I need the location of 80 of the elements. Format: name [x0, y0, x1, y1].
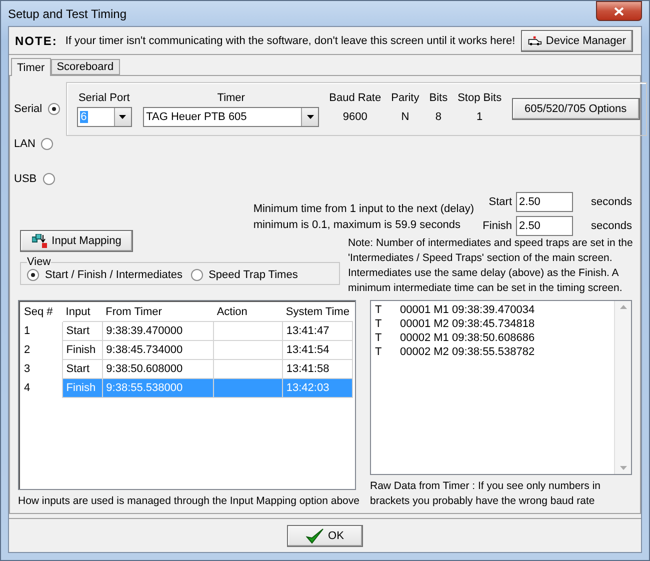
note-text: If your timer isn't communicating with the software, don't leave this screen until it works here!: [65, 35, 516, 47]
table-cell: Finish: [62, 340, 103, 359]
caret-icon: [119, 114, 126, 118]
field-value: 8: [435, 110, 442, 124]
table-cell: 9:38:50.608000: [102, 359, 214, 378]
radio-label: USB: [14, 173, 37, 185]
table-cell: 9:38:45.734000: [102, 340, 214, 359]
ok-button[interactable]: OK: [287, 524, 363, 546]
raw-data-line: 00001 M2 09:38:45.734818: [400, 318, 535, 330]
field-label: Timer: [217, 92, 245, 104]
field-value: 1: [476, 110, 483, 124]
table-cell: 13:42:03: [282, 378, 352, 397]
table-cell: [214, 340, 283, 359]
raw-data-line: 00002 M1 09:38:50.608686: [400, 332, 535, 344]
field-label: Stop Bits: [458, 92, 502, 104]
window-title: Setup and Test Timing: [8, 6, 127, 20]
delay-input[interactable]: 2.50: [516, 216, 574, 236]
options-button[interactable]: 605/520/705 Options: [512, 98, 640, 120]
field-value: 9600: [342, 110, 368, 124]
raw-data-caption: Raw Data from Timer : If you see only numbers in brackets you probably have the wrong baud rate: [370, 479, 601, 509]
field-label: Parity: [391, 92, 420, 104]
record-type: T: [375, 346, 382, 358]
group-title: View: [27, 256, 51, 268]
intermediates-note: Note: Number of intermediates and speed traps are set in the 'Intermediates / Speed Traps' section of the main screen. Intermediates use the same delay (above) as the Finish. A minimum intermediate time can be set in the timing screen.: [348, 236, 633, 296]
field-label: Start: [488, 196, 512, 208]
table-cell: 9:38:39.470000: [102, 321, 214, 340]
radio-label: Serial: [14, 103, 42, 115]
record-type: T: [375, 318, 382, 330]
record-type: T: [375, 304, 382, 316]
field-label: Finish: [482, 220, 512, 232]
field-label: Baud Rate: [329, 92, 382, 104]
radio-label: Start / Finish / Intermediates: [45, 269, 183, 281]
delay-input[interactable]: 2.50: [516, 192, 574, 212]
table-cell: 13:41:54: [282, 340, 352, 359]
delay-description: Minimum time from 1 input to the next (delay) minimum is 0.1, maximum is 59.9 seconds: [253, 202, 474, 233]
table-cell: Start: [62, 321, 103, 340]
blocks-arrow-icon: [32, 234, 48, 248]
field-value: N: [401, 110, 410, 124]
raw-data-line: 00001 M1 09:38:39.470034: [400, 304, 535, 316]
column-header: From Timer: [102, 303, 214, 321]
table-cell: Start: [62, 359, 103, 378]
table-cell: 13:41:58: [282, 359, 352, 378]
table-cell: Finish: [62, 378, 103, 397]
radio-button[interactable]: [48, 103, 60, 115]
field-label: Serial Port: [78, 92, 130, 104]
radio-button[interactable]: [41, 138, 54, 150]
table-cell: [214, 378, 283, 397]
table-cell: 13:41:47: [282, 321, 352, 340]
close-button[interactable]: [596, 1, 642, 21]
vehicle-icon: [528, 35, 542, 47]
caret-icon: [306, 114, 314, 118]
timer-dropdown[interactable]: TAG Heuer PTB 605: [143, 106, 320, 126]
device-manager-button[interactable]: Device Manager: [521, 30, 633, 52]
scrollbar[interactable]: [614, 301, 631, 474]
close-icon: [614, 6, 624, 16]
raw-data-line: 00002 M2 09:38:55.538782: [400, 346, 535, 358]
record-type: T: [375, 332, 382, 344]
scroll-up-icon[interactable]: [620, 305, 626, 309]
table-cell: 9:38:55.538000: [102, 378, 214, 397]
column-header: Input: [62, 303, 103, 321]
field-label: Bits: [429, 92, 448, 104]
radio-button[interactable]: [190, 269, 203, 281]
radio-label: Speed Trap Times: [208, 269, 298, 281]
radio-button[interactable]: [42, 173, 55, 185]
unit-label: seconds: [591, 196, 632, 208]
tab[interactable]: Scoreboard: [50, 59, 120, 75]
column-header: System Time: [282, 303, 352, 321]
input-mapping-button[interactable]: Input Mapping: [20, 230, 133, 252]
scroll-down-icon[interactable]: [620, 466, 626, 470]
checkmark-icon: [306, 528, 324, 544]
table-cell: [214, 321, 283, 340]
radio-button[interactable]: [27, 269, 39, 281]
column-header: Seq #: [21, 303, 63, 321]
unit-label: seconds: [591, 220, 632, 232]
column-header: Action: [214, 303, 283, 321]
note-label: NOTE:: [15, 34, 58, 48]
tab[interactable]: Timer: [11, 58, 51, 76]
table-cell: [214, 359, 283, 378]
table-caption: How inputs are used is managed through the Input Mapping option above: [18, 494, 360, 509]
radio-label: LAN: [14, 138, 36, 150]
